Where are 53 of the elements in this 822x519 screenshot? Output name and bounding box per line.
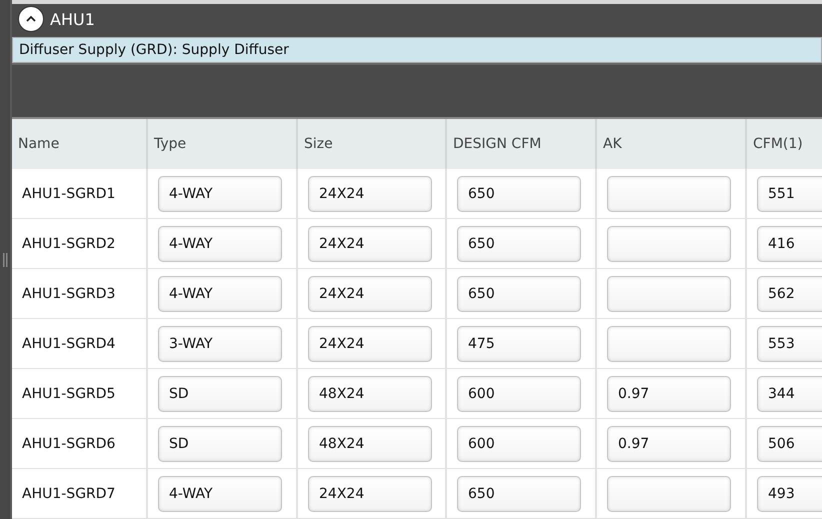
input-field[interactable]: 4-WAY <box>158 176 282 212</box>
column-header: Size <box>298 119 447 169</box>
input-field[interactable]: 562 <box>757 276 822 312</box>
input-field[interactable]: 24X24 <box>308 326 432 362</box>
input-field[interactable] <box>607 176 731 212</box>
column-header: DESIGN CFM <box>447 119 597 169</box>
column-header: AK <box>597 119 747 169</box>
input-field[interactable]: 3-WAY <box>158 326 282 362</box>
input-field[interactable]: 553 <box>757 326 822 362</box>
grip-handle-icon[interactable] <box>2 252 8 266</box>
input-field[interactable]: 600 <box>457 376 581 412</box>
table-cell: AHU1-SGRD6 <box>12 419 148 469</box>
input-field[interactable]: 24X24 <box>308 476 432 512</box>
input-field[interactable]: 551 <box>757 176 822 212</box>
table-cell: AHU1-SGRD1 <box>12 169 148 219</box>
table-cell: AHU1-SGRD7 <box>12 469 148 519</box>
input-field[interactable]: 24X24 <box>308 276 432 312</box>
input-field[interactable]: 24X24 <box>308 176 432 212</box>
input-field[interactable] <box>607 226 731 262</box>
input-field[interactable]: 4-WAY <box>158 476 282 512</box>
table-cell: AHU1-SGRD4 <box>12 319 148 369</box>
input-field[interactable]: 24X24 <box>308 226 432 262</box>
input-field[interactable]: 650 <box>457 276 581 312</box>
input-field[interactable] <box>607 476 731 512</box>
input-field[interactable]: 650 <box>457 176 581 212</box>
input-field[interactable]: 416 <box>757 226 822 262</box>
panel-title: AHU1 <box>50 10 95 29</box>
input-field[interactable]: 344 <box>757 376 822 412</box>
input-field[interactable]: 650 <box>457 226 581 262</box>
input-field[interactable]: 493 <box>757 476 822 512</box>
collapse-button[interactable] <box>18 6 44 32</box>
input-field[interactable]: 4-WAY <box>158 226 282 262</box>
table-cell: AHU1-SGRD3 <box>12 269 148 319</box>
input-field[interactable]: 0.97 <box>607 426 731 462</box>
input-field[interactable]: 0.97 <box>607 376 731 412</box>
caret-icon <box>25 15 37 24</box>
input-field[interactable]: 600 <box>457 426 581 462</box>
column-header: Type <box>148 119 298 169</box>
table-cell: AHU1-SGRD5 <box>12 369 148 419</box>
input-field[interactable]: 475 <box>457 326 581 362</box>
input-field[interactable]: SD <box>158 376 282 412</box>
section-header: Diffuser Supply (GRD): Supply Diffuser <box>12 36 822 63</box>
input-field[interactable] <box>607 326 731 362</box>
input-field[interactable] <box>607 276 731 312</box>
input-field[interactable]: 48X24 <box>308 426 432 462</box>
column-header: Name <box>12 119 148 169</box>
input-field[interactable]: 650 <box>457 476 581 512</box>
table-cell: AHU1-SGRD2 <box>12 219 148 269</box>
column-header: CFM(1) <box>747 119 822 169</box>
input-field[interactable]: 4-WAY <box>158 276 282 312</box>
input-field[interactable]: SD <box>158 426 282 462</box>
input-field[interactable]: 48X24 <box>308 376 432 412</box>
input-field[interactable]: 506 <box>757 426 822 462</box>
